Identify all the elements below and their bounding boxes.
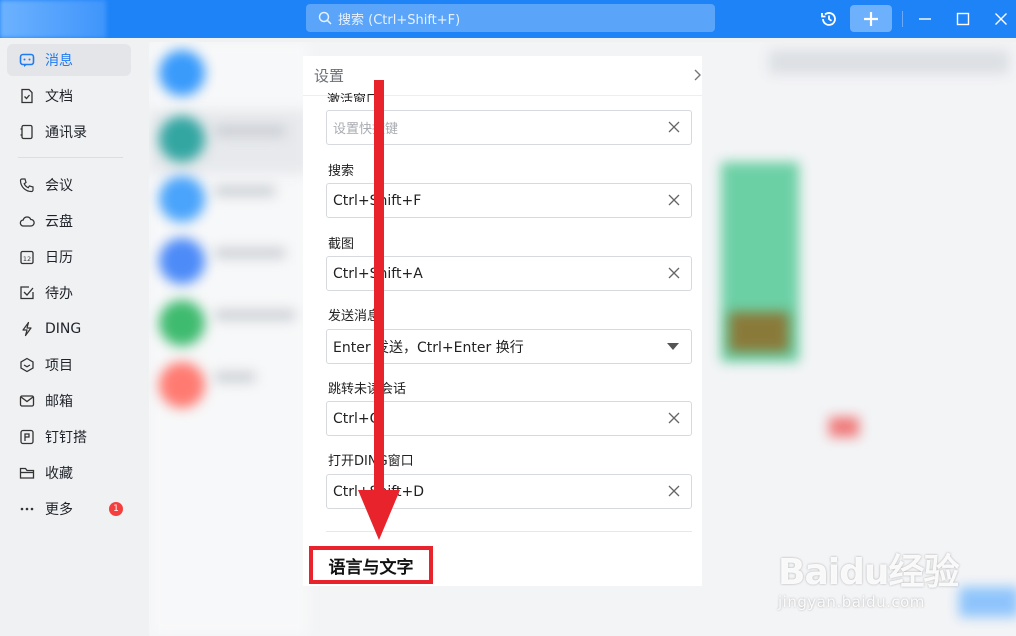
maximize-button[interactable]: [950, 5, 976, 32]
close-icon: [995, 12, 1007, 25]
field-value: Ctrl+Shift+D: [333, 483, 424, 500]
sidebar-item-label: 项目: [45, 358, 73, 374]
sidebar-item-label: 通讯录: [45, 125, 87, 141]
phone-icon: [19, 177, 35, 193]
history-icon: [821, 11, 836, 26]
title-bar: 搜索 (Ctrl+Shift+F): [0, 0, 1016, 38]
mail-icon: [19, 393, 35, 409]
sidebar-item-label: 日历: [45, 250, 73, 266]
shortcut-field-activate-window[interactable]: 设置快捷键: [326, 110, 692, 145]
sidebar-item-calendar[interactable]: 12 日历: [7, 241, 131, 273]
sidebar-item-contacts[interactable]: 通讯录: [7, 116, 131, 148]
sidebar-item-ding[interactable]: DING: [7, 313, 131, 345]
search-placeholder: 搜索 (Ctrl+Shift+F): [338, 12, 461, 28]
select-value: Enter 发送，Ctrl+Enter 换行: [333, 339, 524, 356]
send-message-select[interactable]: Enter 发送，Ctrl+Enter 换行: [326, 329, 692, 364]
sidebar-item-messages[interactable]: 消息: [7, 44, 131, 76]
sidebar-item-label: 邮箱: [45, 394, 73, 410]
notification-badge: 1: [109, 502, 123, 516]
clear-icon[interactable]: [667, 193, 681, 207]
sidebar-divider: [18, 157, 123, 158]
user-avatar[interactable]: [0, 0, 106, 38]
sidebar-item-label: 文档: [45, 89, 73, 105]
contacts-icon: [19, 124, 35, 140]
baidu-watermark: Baidu经验 jingyan.baidu.com: [778, 543, 968, 611]
sidebar-item-label: 消息: [45, 53, 73, 69]
clear-icon[interactable]: [667, 266, 681, 280]
sidebar-item-mail[interactable]: 邮箱: [7, 385, 131, 417]
shortcut-field-search[interactable]: Ctrl+Shift+F: [326, 183, 692, 218]
field-label-search: 搜索: [328, 164, 355, 179]
sidebar-item-todo[interactable]: 待办: [7, 277, 131, 309]
clear-icon[interactable]: [667, 120, 681, 134]
sidebar-item-label: 会议: [45, 178, 73, 194]
field-label-activate-window: 激活窗口: [327, 93, 380, 102]
lightning-icon: [19, 321, 35, 337]
plus-icon: [864, 11, 878, 26]
sidebar-item-drive[interactable]: 云盘: [7, 205, 131, 237]
field-label-open-ding: 打开DING窗口: [328, 454, 414, 469]
chevron-right-icon[interactable]: [692, 68, 702, 82]
chat-icon: [19, 52, 35, 68]
settings-title: 设置: [314, 67, 345, 85]
clear-icon[interactable]: [667, 484, 681, 498]
field-value: Ctrl+G: [333, 410, 381, 427]
maximize-icon: [956, 12, 970, 25]
field-label-jump-unread: 跳转未读会话: [328, 382, 407, 397]
shortcut-field-jump-unread[interactable]: Ctrl+G: [326, 401, 692, 436]
sidebar: 消息 文档 通讯录 会议 云盘 12 日历 待办 DING 项目 邮箱 钉钉搭: [0, 38, 139, 636]
calendar-icon-number: 12: [23, 255, 31, 263]
sidebar-item-projects[interactable]: 项目: [7, 349, 131, 381]
add-button[interactable]: [850, 5, 892, 32]
folder-icon: [19, 465, 35, 481]
minimize-button[interactable]: [912, 5, 938, 32]
history-button[interactable]: [816, 5, 842, 32]
search-input[interactable]: 搜索 (Ctrl+Shift+F): [306, 4, 715, 32]
settings-panel: 设置 激活窗口 设置快捷键 搜索 Ctrl+Shift+F 截图 Ctrl+Sh…: [303, 56, 702, 586]
watermark-logo: Baidu经验: [778, 552, 959, 593]
close-button[interactable]: [988, 5, 1014, 32]
cloud-icon: [19, 213, 35, 229]
calendar-icon: 12: [19, 249, 35, 265]
sidebar-item-more[interactable]: 更多 1: [7, 493, 131, 525]
sidebar-item-label: 钉钉搭: [45, 430, 87, 446]
sidebar-item-label: 云盘: [45, 214, 73, 230]
sidebar-item-label: 待办: [45, 286, 73, 302]
dropdown-arrow-icon: [667, 343, 679, 350]
field-value: Ctrl+Shift+A: [333, 265, 423, 282]
field-label-screenshot: 截图: [328, 237, 355, 252]
shortcut-field-open-ding[interactable]: Ctrl+Shift+D: [326, 474, 692, 509]
builder-icon: [19, 429, 35, 445]
sidebar-item-meetings[interactable]: 会议: [7, 169, 131, 201]
watermark-url: jingyan.baidu.com: [778, 593, 925, 611]
sidebar-item-favorites[interactable]: 收藏: [7, 457, 131, 489]
sidebar-item-builder[interactable]: 钉钉搭: [7, 421, 131, 453]
sidebar-item-label: DING: [45, 321, 82, 337]
sidebar-item-docs[interactable]: 文档: [7, 80, 131, 112]
search-icon: [318, 11, 332, 25]
section-divider: [326, 531, 692, 532]
sidebar-item-label: 收藏: [45, 466, 73, 482]
field-label-send-message: 发送消息: [328, 309, 381, 324]
titlebar-divider: [902, 11, 903, 27]
todo-icon: [19, 285, 35, 301]
sidebar-item-label: 更多: [45, 502, 73, 518]
shortcut-field-screenshot[interactable]: Ctrl+Shift+A: [326, 256, 692, 291]
field-placeholder: 设置快捷键: [333, 122, 399, 137]
more-icon: [19, 501, 35, 517]
doc-icon: [19, 88, 35, 104]
minimize-icon: [919, 17, 931, 20]
clear-icon[interactable]: [667, 411, 681, 425]
language-section-title[interactable]: 语言与文字: [309, 546, 433, 584]
project-icon: [19, 357, 35, 373]
field-value: Ctrl+Shift+F: [333, 192, 422, 209]
